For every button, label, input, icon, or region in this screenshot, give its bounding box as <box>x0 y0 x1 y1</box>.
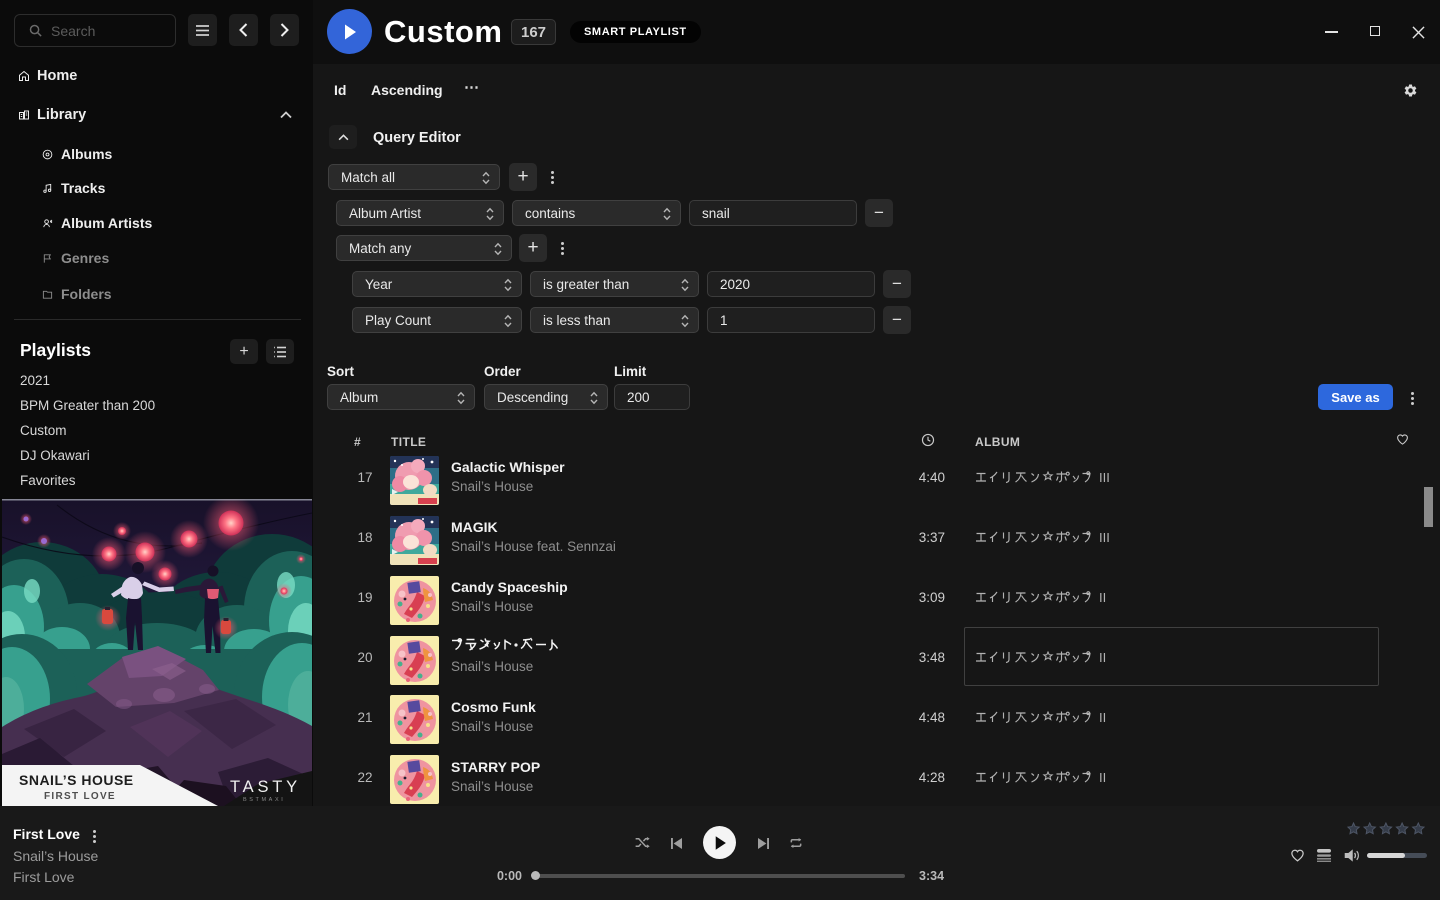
svg-text:TASTY: TASTY <box>230 778 301 796</box>
svg-text:BSTMAXI: BSTMAXI <box>243 797 285 803</box>
svg-text:SNAIL’S HOUSE: SNAIL’S HOUSE <box>19 772 134 788</box>
svg-text:FIRST LOVE: FIRST LOVE <box>44 791 116 802</box>
